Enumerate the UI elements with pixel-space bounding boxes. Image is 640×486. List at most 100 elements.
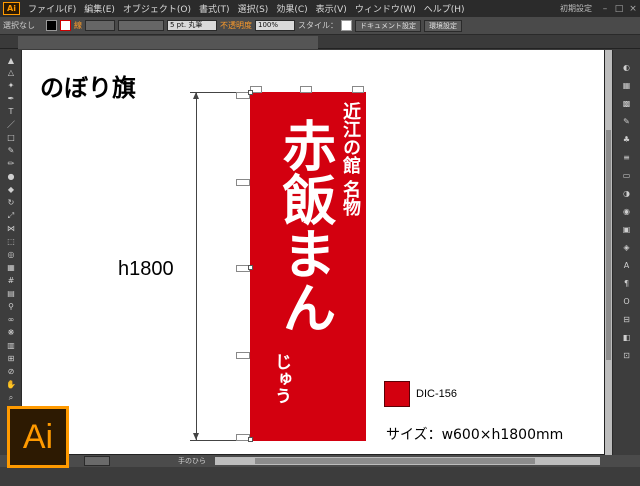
document-tab-bar — [0, 35, 640, 49]
menu-window[interactable]: ウィンドウ(W) — [351, 2, 420, 15]
selection-handle[interactable] — [248, 437, 253, 442]
pathfinder-panel-icon[interactable]: ◧ — [620, 332, 633, 343]
size-label: サイズ：w600×h1800mm — [386, 427, 564, 443]
vertical-scrollbar[interactable] — [605, 50, 612, 455]
magic-wand-tool-icon[interactable]: ✦ — [4, 81, 18, 91]
workspace-switcher[interactable]: 初期設定 — [554, 3, 598, 14]
eraser-tool-icon[interactable]: ◆ — [4, 185, 18, 195]
height-dimension-line — [196, 92, 197, 440]
app-logo-icon: Ai — [3, 2, 20, 15]
slice-tool-icon[interactable]: ⊘ — [4, 367, 18, 377]
layers-panel-icon[interactable]: ◈ — [620, 242, 633, 253]
pencil-tool-icon[interactable]: ✏ — [4, 159, 18, 169]
artboard-canvas[interactable]: のぼり旗 h1800 近江の館 名物 赤飯まん じゅう DIC-156 サイズ：… — [22, 50, 605, 455]
selection-handle[interactable] — [248, 90, 253, 95]
horizontal-scroll-thumb[interactable] — [255, 458, 535, 464]
banner-subtitle: 近江の館 名物 — [340, 102, 361, 217]
right-dock-panel: ◐ ▦ ▩ ✎ ♣ ≡ ▭ ◑ ◉ ▣ ◈ A ¶ O ⊟ ◧ ⊡ — [612, 50, 640, 460]
height-label: h1800 — [118, 258, 174, 280]
dimension-arrow-bottom-icon — [193, 433, 199, 440]
hand-tool-icon[interactable]: ✋ — [4, 380, 18, 390]
zoom-tool-icon[interactable]: ⌕ — [4, 393, 18, 403]
banner-top-tab — [352, 86, 364, 93]
mesh-tool-icon[interactable]: # — [4, 276, 18, 286]
minimize-button[interactable]: – — [598, 4, 612, 14]
appearance-panel-icon[interactable]: ◉ — [620, 206, 633, 217]
symbols-panel-icon[interactable]: ♣ — [620, 134, 633, 145]
document-setup-button[interactable]: ドキュメント設定 — [355, 19, 421, 32]
brush-definition-field[interactable]: 5 pt. 丸筆 — [167, 20, 217, 31]
fill-color-swatch[interactable] — [46, 20, 57, 31]
maximize-button[interactable]: □ — [612, 4, 626, 14]
status-bar: 手のひら — [0, 455, 640, 467]
direct-selection-tool-icon[interactable]: △ — [4, 68, 18, 78]
artwork-title: のぼり旗 — [40, 73, 136, 102]
line-tool-icon[interactable]: ／ — [4, 120, 18, 130]
blend-tool-icon[interactable]: ∞ — [4, 315, 18, 325]
align-panel-icon[interactable]: ⊟ — [620, 314, 633, 325]
perspective-grid-tool-icon[interactable]: ▦ — [4, 263, 18, 273]
transparency-panel-icon[interactable]: ◑ — [620, 188, 633, 199]
banner-small-text: じゅう — [271, 353, 291, 404]
dic-color-swatch — [384, 381, 410, 407]
document-tab[interactable] — [18, 36, 318, 49]
preferences-button[interactable]: 環境設定 — [424, 19, 462, 32]
selection-handle[interactable] — [248, 265, 253, 270]
variable-width-field[interactable] — [118, 20, 164, 31]
menu-object[interactable]: オブジェクト(O) — [119, 2, 195, 15]
bottom-strip — [0, 467, 640, 486]
symbol-sprayer-tool-icon[interactable]: ❋ — [4, 328, 18, 338]
paintbrush-tool-icon[interactable]: ✎ — [4, 146, 18, 156]
transform-panel-icon[interactable]: ⊡ — [620, 350, 633, 361]
menu-edit[interactable]: 編集(E) — [80, 2, 119, 15]
scale-tool-icon[interactable]: ⤢ — [4, 211, 18, 221]
stroke-weight-field[interactable] — [85, 20, 115, 31]
type-tool-icon[interactable]: T — [4, 107, 18, 117]
menu-bar: Ai ファイル(F) 編集(E) オブジェクト(O) 書式(T) 選択(S) 効… — [0, 0, 640, 17]
blob-brush-tool-icon[interactable]: ● — [4, 172, 18, 182]
selection-tool-icon[interactable]: ▲ — [4, 56, 18, 66]
pole-sleeve-tab — [236, 352, 250, 359]
pen-tool-icon[interactable]: ✒ — [4, 94, 18, 104]
vertical-scroll-thumb[interactable] — [606, 130, 611, 360]
menu-effect[interactable]: 効果(C) — [272, 2, 311, 15]
gradient-panel-icon[interactable]: ▭ — [620, 170, 633, 181]
shape-builder-tool-icon[interactable]: ◎ — [4, 250, 18, 260]
current-tool-status: 手のひら — [178, 457, 206, 465]
eyedropper-tool-icon[interactable]: ⚲ — [4, 302, 18, 312]
color-guide-icon[interactable]: ▦ — [620, 80, 633, 91]
paragraph-panel-icon[interactable]: ¶ — [620, 278, 633, 289]
rectangle-tool-icon[interactable]: □ — [4, 133, 18, 143]
menu-file[interactable]: ファイル(F) — [24, 2, 80, 15]
graphic-styles-panel-icon[interactable]: ▣ — [620, 224, 633, 235]
selection-status: 選択なし — [3, 21, 35, 30]
graph-tool-icon[interactable]: ▥ — [4, 341, 18, 351]
opacity-field[interactable]: 100% — [255, 20, 295, 31]
menu-select[interactable]: 選択(S) — [234, 2, 273, 15]
control-bar: 選択なし 線 5 pt. 丸筆 不透明度 100% スタイル： ドキュメント設定… — [0, 17, 640, 35]
free-transform-tool-icon[interactable]: ⬚ — [4, 237, 18, 247]
stroke-panel-icon[interactable]: ≡ — [620, 152, 633, 163]
stroke-label[interactable]: 線 — [74, 20, 82, 31]
close-button[interactable]: × — [626, 4, 640, 14]
menu-type[interactable]: 書式(T) — [195, 2, 234, 15]
graphic-style-swatch[interactable] — [341, 20, 352, 31]
rotate-tool-icon[interactable]: ↻ — [4, 198, 18, 208]
menu-help[interactable]: ヘルプ(H) — [420, 2, 469, 15]
nobori-banner[interactable]: 近江の館 名物 赤飯まん じゅう — [250, 92, 366, 441]
gradient-tool-icon[interactable]: ▤ — [4, 289, 18, 299]
width-tool-icon[interactable]: ⋈ — [4, 224, 18, 234]
brushes-panel-icon[interactable]: ✎ — [620, 116, 633, 127]
stroke-color-swatch[interactable] — [60, 20, 71, 31]
banner-top-tab — [300, 86, 312, 93]
character-panel-icon[interactable]: A — [620, 260, 633, 271]
horizontal-scrollbar[interactable] — [215, 457, 600, 465]
style-label: スタイル： — [298, 21, 338, 30]
opacity-label[interactable]: 不透明度 — [220, 20, 252, 31]
opentype-panel-icon[interactable]: O — [620, 296, 633, 307]
color-panel-icon[interactable]: ◐ — [620, 62, 633, 73]
menu-view[interactable]: 表示(V) — [312, 2, 351, 15]
artboard-tool-icon[interactable]: ⊞ — [4, 354, 18, 364]
swatches-panel-icon[interactable]: ▩ — [620, 98, 633, 109]
zoom-field[interactable] — [84, 456, 110, 466]
